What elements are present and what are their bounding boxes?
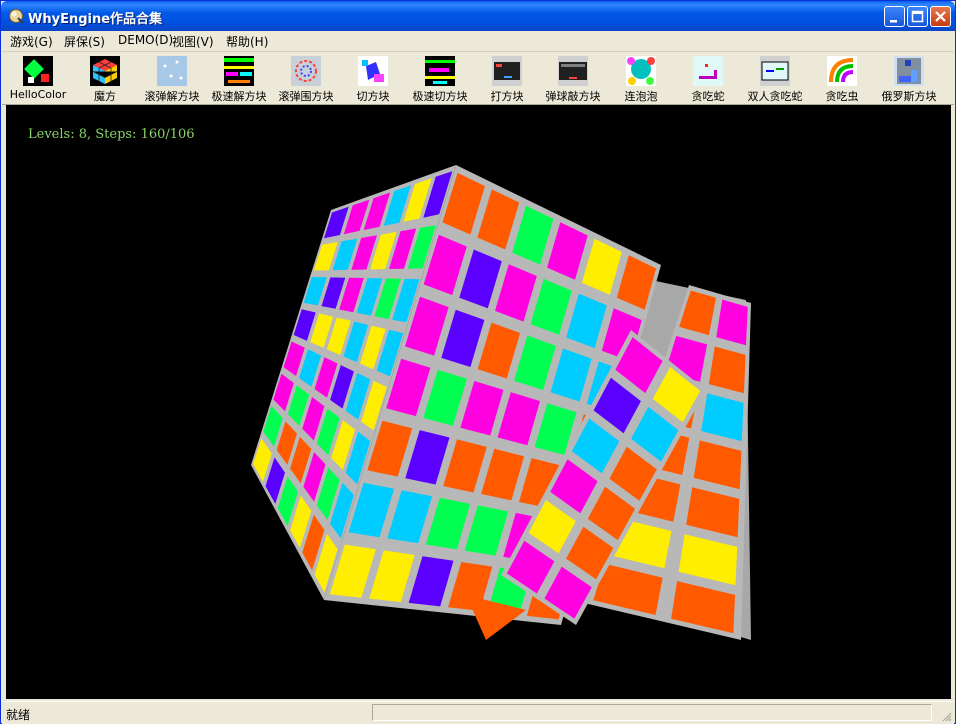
status-text: 就绪 <box>6 708 31 722</box>
tool-label: 双人贪吃蛇 <box>747 90 803 103</box>
hellocolor-icon <box>23 56 53 86</box>
bounce-break-icon <box>157 56 187 86</box>
title-bar[interactable]: WhyEngine作品合集 <box>1 1 955 31</box>
tool-label: HelloColor <box>9 88 67 101</box>
menu-screensaver[interactable]: 屏保(S) <box>64 33 105 50</box>
tool-label: 极速解方块 <box>211 90 267 103</box>
bounce-surround-icon <box>291 56 321 86</box>
maximize-button[interactable] <box>907 6 928 27</box>
speed-cut-icon <box>425 56 455 86</box>
menu-demo[interactable]: DEMO(D) <box>118 33 173 47</box>
tool-tetris[interactable]: 俄罗斯方块 <box>876 54 942 103</box>
tool-cut-block[interactable]: 切方块 <box>342 54 404 103</box>
status-pane <box>372 704 932 721</box>
tool-label: 魔方 <box>94 90 116 103</box>
tool-worm[interactable]: 贪吃虫 <box>814 54 870 103</box>
game-viewport[interactable]: Levels: 8, Steps: 160/106 <box>6 105 951 699</box>
tool-speed-cut[interactable]: 极速切方块 <box>407 54 473 103</box>
cut-block-icon <box>358 56 388 86</box>
snake-icon <box>693 56 723 86</box>
rubiks-cube-icon <box>90 56 120 86</box>
menu-game[interactable]: 游戏(G) <box>10 33 53 50</box>
minimize-button[interactable] <box>884 6 905 27</box>
close-icon <box>935 11 946 22</box>
tool-rubiks-cube[interactable]: 魔方 <box>74 54 136 103</box>
tool-label: 俄罗斯方块 <box>881 90 937 103</box>
window-title: WhyEngine作品合集 <box>28 12 163 27</box>
tool-label: 滚弹围方块 <box>278 90 334 103</box>
tool-label: 贪吃蛇 <box>691 90 725 103</box>
resize-grip-icon[interactable] <box>940 710 952 722</box>
bubble-icon <box>626 56 656 86</box>
tetris-icon <box>894 56 924 86</box>
tool-label: 滚弹解方块 <box>144 90 200 103</box>
menu-bar: 游戏(G) 屏保(S) DEMO(D) 视图(V) 帮助(H) <box>2 31 954 52</box>
tool-bounce-surround[interactable]: 滚弹围方块 <box>274 54 338 103</box>
tool-label: 弹球敲方块 <box>545 90 601 103</box>
tool-hellocolor[interactable]: HelloColor <box>4 54 72 102</box>
tool-label: 切方块 <box>356 90 390 103</box>
tool-bubble[interactable]: 连泡泡 <box>612 54 670 103</box>
status-bar: 就绪 <box>2 701 954 724</box>
toolbar: HelloColor 魔方 滚弹解方块 极速解方块 滚弹围方块 切方块 极速切方… <box>2 52 954 105</box>
hit-block-icon <box>492 56 522 86</box>
speed-break-icon <box>224 56 254 86</box>
tool-snake[interactable]: 贪吃蛇 <box>678 54 738 103</box>
tool-two-player-snake[interactable]: 双人贪吃蛇 <box>742 54 808 103</box>
close-button[interactable] <box>930 6 951 27</box>
tool-label: 打方块 <box>490 90 524 103</box>
tool-pinball-block[interactable]: 弹球敲方块 <box>540 54 606 103</box>
pinball-block-icon <box>558 56 588 86</box>
maximize-icon <box>911 10 924 23</box>
tool-bounce-break[interactable]: 滚弹解方块 <box>140 54 204 103</box>
app-icon <box>9 9 24 24</box>
worm-icon <box>827 56 857 86</box>
tool-label: 连泡泡 <box>624 90 658 103</box>
tool-label: 极速切方块 <box>412 90 468 103</box>
minimize-icon <box>890 20 897 23</box>
menu-help[interactable]: 帮助(H) <box>226 33 268 50</box>
app-window: WhyEngine作品合集 游戏(G) 屏保(S) DEMO(D) 视图(V) … <box>0 0 956 724</box>
tool-label: 贪吃虫 <box>825 90 859 103</box>
two-player-snake-icon <box>760 56 790 86</box>
tool-hit-block[interactable]: 打方块 <box>476 54 538 103</box>
tool-speed-break[interactable]: 极速解方块 <box>207 54 271 103</box>
menu-view[interactable]: 视图(V) <box>172 33 214 50</box>
rubiks-cube[interactable] <box>6 105 951 699</box>
